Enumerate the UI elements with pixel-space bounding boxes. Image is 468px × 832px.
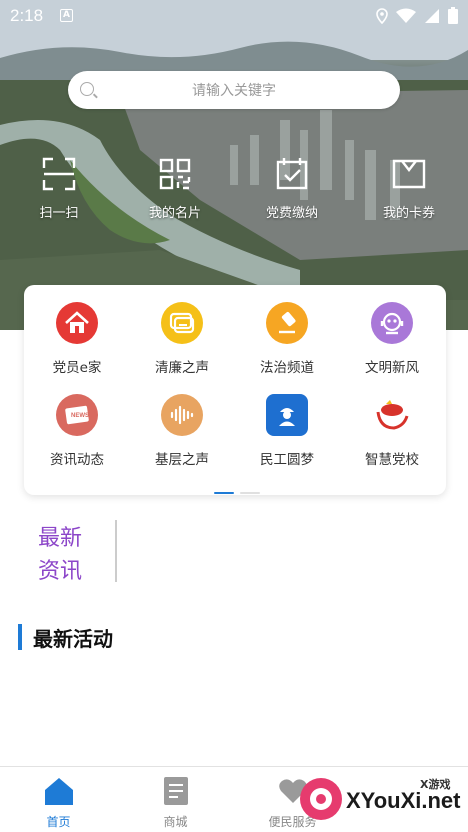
page-dot <box>240 492 260 494</box>
service-label: 资讯动态 <box>50 452 104 468</box>
activities-title: 最新活动 <box>33 627 113 651</box>
service-civilization[interactable]: 文明新风 <box>342 302 442 376</box>
latest-news-label[interactable]: 最新 资讯 <box>38 522 98 588</box>
quick-action-scan[interactable]: 扫一扫 <box>9 156 109 221</box>
signal-icon <box>425 8 439 23</box>
service-party-home[interactable]: 党员e家 <box>27 302 127 376</box>
search-placeholder: 请输入关键字 <box>192 83 276 99</box>
wifi-icon <box>396 8 416 23</box>
news-label-line1: 最新 <box>38 526 83 551</box>
status-icons <box>376 7 458 24</box>
service-label: 民工圆梦 <box>260 452 314 468</box>
qrcode-icon <box>159 158 191 190</box>
service-label: 文明新风 <box>365 360 419 376</box>
quick-action-card[interactable]: 我的名片 <box>125 156 225 221</box>
service-news-updates[interactable]: NEWS 资讯动态 <box>27 394 127 468</box>
quick-action-coupon[interactable]: 我的卡券 <box>359 156 459 221</box>
nav-label: 商城 <box>163 815 188 829</box>
news-label-line2: 资讯 <box>38 559 83 584</box>
robot-icon <box>371 302 413 344</box>
news-divider <box>115 520 117 582</box>
service-integrity-voice[interactable]: 清廉之声 <box>132 302 232 376</box>
worker-icon <box>266 394 308 436</box>
quick-action-label: 党费缴纳 <box>265 206 318 221</box>
home-icon <box>56 302 98 344</box>
quick-action-label: 扫一扫 <box>39 206 79 221</box>
service-grassroots-voice[interactable]: 基层之声 <box>132 394 232 468</box>
soundwave-icon <box>161 394 203 436</box>
service-label: 党员e家 <box>52 360 102 376</box>
message-icon <box>161 302 203 344</box>
svg-text:NEWS: NEWS <box>71 413 89 419</box>
service-label: 基层之声 <box>155 452 209 468</box>
news-icon: NEWS <box>56 394 98 436</box>
search-input[interactable]: 请输入关键字 <box>68 71 400 109</box>
watermark-logo-icon <box>300 778 342 820</box>
service-law-channel[interactable]: 法治频道 <box>237 302 337 376</box>
service-worker-dream[interactable]: 民工圆梦 <box>237 394 337 468</box>
service-smart-party-school[interactable]: 智慧党校 <box>342 394 442 468</box>
services-card: 党员e家 清廉之声 法治频道 文明新风 NEWS 资讯动态 基层之声 民工圆梦 … <box>24 285 446 495</box>
watermark: X游戏 XYouXi.net <box>296 772 468 832</box>
service-label: 智慧党校 <box>365 452 419 468</box>
status-time: 2:18 <box>10 6 44 25</box>
coupon-icon <box>392 159 426 189</box>
notification-icon: A <box>60 9 73 22</box>
nav-label: 首页 <box>46 815 71 829</box>
home-nav-icon <box>44 778 73 805</box>
section-accent-bar <box>18 624 22 650</box>
quick-action-label: 我的卡券 <box>382 206 435 221</box>
page-indicator <box>214 492 260 494</box>
location-icon <box>376 7 388 24</box>
shop-icon <box>163 777 188 805</box>
page-dot-active <box>214 492 234 494</box>
nav-home[interactable]: 首页 <box>0 775 117 830</box>
service-label: 法治频道 <box>260 360 314 376</box>
nav-shop[interactable]: 商城 <box>117 775 234 830</box>
status-bar: 2:18 A <box>0 0 468 32</box>
battery-icon <box>448 7 458 24</box>
gavel-icon <box>266 302 308 344</box>
quick-action-party-fee[interactable]: 党费缴纳 <box>242 156 342 221</box>
watermark-text: XYouXi.net <box>346 788 461 813</box>
scan-icon <box>42 157 76 191</box>
party-school-icon <box>371 394 413 436</box>
service-label: 清廉之声 <box>155 360 209 376</box>
calendar-check-icon <box>276 158 308 190</box>
quick-action-label: 我的名片 <box>148 206 201 221</box>
